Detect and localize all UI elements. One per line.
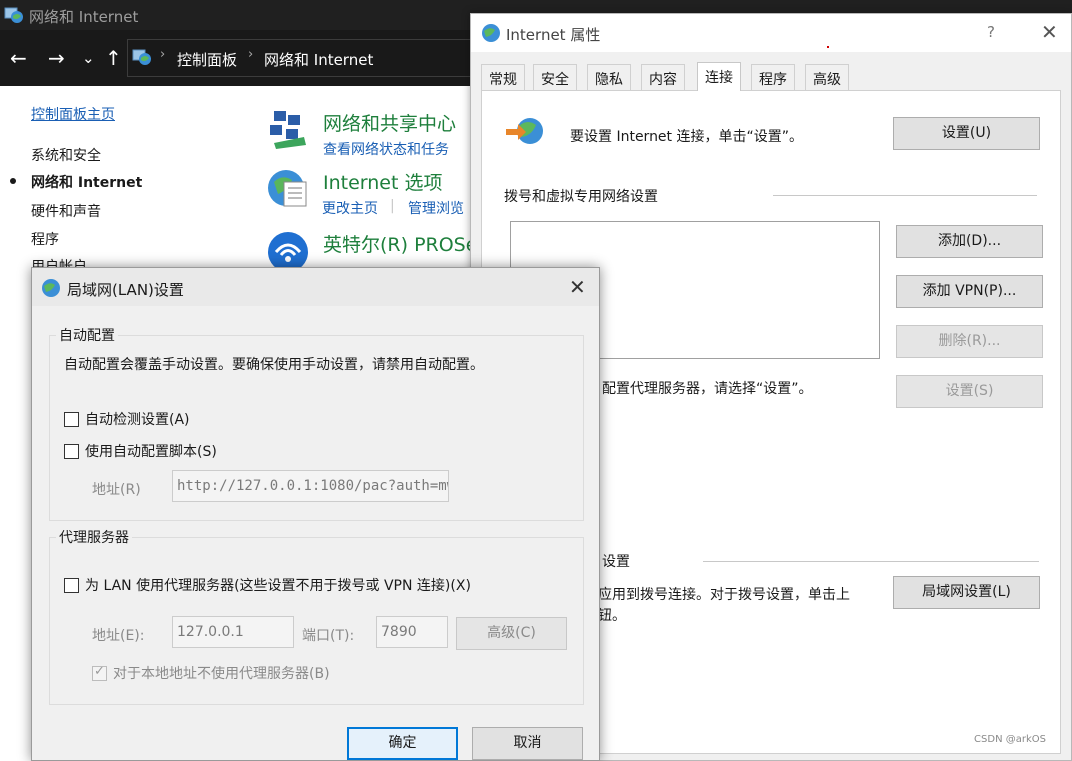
auto-detect-checkbox[interactable]: 自动检测设置(A) bbox=[64, 409, 190, 429]
recent-locations-chevron-icon[interactable]: ⌄ bbox=[82, 44, 95, 72]
add-connection-button[interactable]: 添加(D)... bbox=[896, 225, 1043, 258]
tab-advanced[interactable]: 高级 bbox=[805, 64, 849, 90]
internet-setup-icon bbox=[504, 115, 546, 153]
tab-security[interactable]: 安全 bbox=[533, 64, 577, 90]
control-panel-home-link[interactable]: 控制面板主页 bbox=[31, 104, 115, 124]
forward-arrow-icon[interactable]: → bbox=[48, 44, 65, 72]
checkmark-icon: ✓ bbox=[94, 663, 105, 679]
internet-properties-titlebar: Internet 属性 ? ✕ bbox=[471, 14, 1071, 52]
internet-properties-title: Internet 属性 bbox=[506, 26, 601, 44]
lan-settings-dialog: 局域网(LAN)设置 ✕ 自动配置 自动配置会覆盖手动设置。要确保使用手动设置，… bbox=[31, 267, 600, 761]
close-icon[interactable]: ✕ bbox=[1041, 20, 1058, 44]
lan-settings-button[interactable]: 局域网设置(L) bbox=[893, 576, 1040, 609]
lan-settings-titlebar: 局域网(LAN)设置 ✕ bbox=[32, 268, 599, 306]
ok-button[interactable]: 确定 bbox=[347, 727, 458, 760]
network-sharing-title[interactable]: 网络和共享中心 bbox=[323, 109, 456, 136]
section-divider bbox=[703, 561, 1039, 562]
proxy-server-group: 代理服务器 为 LAN 使用代理服务器(这些设置不用于拨号或 VPN 连接)(X… bbox=[49, 527, 584, 705]
red-pixel-mark bbox=[827, 46, 829, 48]
auto-detect-label: 自动检测设置(A) bbox=[85, 412, 190, 428]
auto-config-group: 自动配置 自动配置会覆盖手动设置。要确保使用手动设置，请禁用自动配置。 自动检测… bbox=[49, 325, 584, 521]
use-proxy-checkbox[interactable]: 为 LAN 使用代理服务器(这些设置不用于拨号或 VPN 连接)(X) bbox=[64, 575, 471, 595]
setup-button[interactable]: 设置(U) bbox=[893, 117, 1040, 150]
lan-description-line1: 应用到拨号连接。对于拨号设置，单击上 bbox=[598, 587, 850, 603]
breadcrumb-control-panel[interactable]: 控制面板 bbox=[177, 49, 237, 70]
control-panel-title: 网络和 Internet bbox=[29, 8, 139, 26]
breadcrumb-separator-icon: › bbox=[248, 47, 254, 62]
link-divider: | bbox=[390, 198, 395, 214]
active-item-bullet bbox=[10, 178, 16, 184]
change-homepage-link[interactable]: 更改主页 bbox=[322, 198, 378, 218]
proxy-port-label: 端口(T): bbox=[302, 628, 355, 644]
script-address-field[interactable]: http://127.0.0.1:1080/pac?auth=mwB bbox=[172, 470, 449, 502]
watermark: CSDN @arkOS bbox=[974, 734, 1046, 745]
breadcrumb-separator-icon: › bbox=[160, 47, 166, 62]
back-arrow-icon[interactable]: ← bbox=[10, 44, 27, 72]
help-icon[interactable]: ? bbox=[987, 23, 995, 41]
proxy-hint-text: 配置代理服务器，请选择“设置”。 bbox=[602, 381, 813, 397]
auto-config-group-label: 自动配置 bbox=[56, 325, 118, 345]
tab-privacy[interactable]: 隐私 bbox=[587, 64, 631, 90]
internet-properties-app-icon bbox=[481, 23, 501, 47]
lan-section-label: 设置 bbox=[602, 554, 630, 570]
manage-browser-link[interactable]: 管理浏览 bbox=[408, 198, 464, 218]
up-arrow-icon[interactable]: ↑ bbox=[105, 44, 122, 72]
address-bar[interactable]: › 控制面板 › 网络和 Internet bbox=[127, 39, 487, 77]
checkbox-box[interactable] bbox=[64, 411, 79, 427]
checkbox-box[interactable] bbox=[64, 577, 79, 593]
proxy-address-label: 地址(E): bbox=[92, 628, 145, 644]
sidebar-item-programs[interactable]: 程序 bbox=[31, 229, 59, 249]
tab-programs[interactable]: 程序 bbox=[751, 64, 795, 90]
bypass-local-checkbox[interactable]: ✓ 对于本地地址不使用代理服务器(B) bbox=[92, 663, 330, 683]
proxy-address-field[interactable]: 127.0.0.1 bbox=[172, 616, 294, 648]
network-sharing-icon bbox=[266, 109, 310, 151]
bypass-local-label: 对于本地地址不使用代理服务器(B) bbox=[113, 666, 330, 682]
tab-general[interactable]: 常规 bbox=[481, 64, 525, 90]
proxy-server-group-label: 代理服务器 bbox=[56, 527, 132, 547]
section-divider bbox=[773, 195, 1037, 196]
remove-connection-button[interactable]: 删除(R)... bbox=[896, 325, 1043, 358]
sidebar-item-hardware-sound[interactable]: 硬件和声音 bbox=[31, 201, 101, 221]
intel-proset-icon bbox=[266, 230, 310, 272]
intel-proset-title[interactable]: 英特尔(R) PROSe bbox=[323, 230, 477, 257]
lan-settings-title: 局域网(LAN)设置 bbox=[67, 281, 184, 299]
cancel-button[interactable]: 取消 bbox=[472, 727, 583, 760]
dialup-vpn-section-label: 拨号和虚拟专用网络设置 bbox=[504, 189, 658, 205]
tab-connections[interactable]: 连接 bbox=[697, 62, 741, 91]
add-vpn-button[interactable]: 添加 VPN(P)... bbox=[896, 275, 1043, 308]
view-network-status-link[interactable]: 查看网络状态和任务 bbox=[323, 139, 449, 159]
use-proxy-label: 为 LAN 使用代理服务器(这些设置不用于拨号或 VPN 连接)(X) bbox=[85, 578, 471, 594]
tab-content[interactable]: 内容 bbox=[641, 64, 685, 90]
auto-config-description: 自动配置会覆盖手动设置。要确保使用手动设置，请禁用自动配置。 bbox=[64, 357, 484, 373]
connection-settings-button[interactable]: 设置(S) bbox=[896, 375, 1043, 408]
advanced-button[interactable]: 高级(C) bbox=[456, 617, 567, 650]
use-script-checkbox[interactable]: 使用自动配置脚本(S) bbox=[64, 441, 217, 461]
sidebar-item-system-security[interactable]: 系统和安全 bbox=[31, 145, 101, 165]
close-icon[interactable]: ✕ bbox=[569, 275, 586, 299]
setup-instruction-text: 要设置 Internet 连接，单击“设置”。 bbox=[570, 129, 803, 145]
use-script-label: 使用自动配置脚本(S) bbox=[85, 444, 217, 460]
sidebar-item-network-internet[interactable]: 网络和 Internet bbox=[31, 172, 142, 192]
checkbox-box[interactable]: ✓ bbox=[92, 663, 107, 681]
proxy-port-field[interactable]: 7890 bbox=[376, 616, 448, 648]
checkbox-box[interactable] bbox=[64, 443, 79, 459]
control-panel-sidebar: 控制面板主页 系统和安全 网络和 Internet 硬件和声音 程序 用户帐户 bbox=[0, 86, 250, 276]
breadcrumb-network-internet[interactable]: 网络和 Internet bbox=[264, 49, 373, 70]
internet-options-icon bbox=[266, 168, 310, 210]
control-panel-location-icon bbox=[132, 48, 152, 70]
lan-settings-app-icon bbox=[41, 278, 61, 302]
internet-options-title[interactable]: Internet 选项 bbox=[323, 168, 442, 195]
script-address-label: 地址(R) bbox=[92, 482, 141, 498]
control-panel-app-icon bbox=[4, 6, 24, 28]
lan-description-line2: 钮。 bbox=[598, 608, 626, 624]
